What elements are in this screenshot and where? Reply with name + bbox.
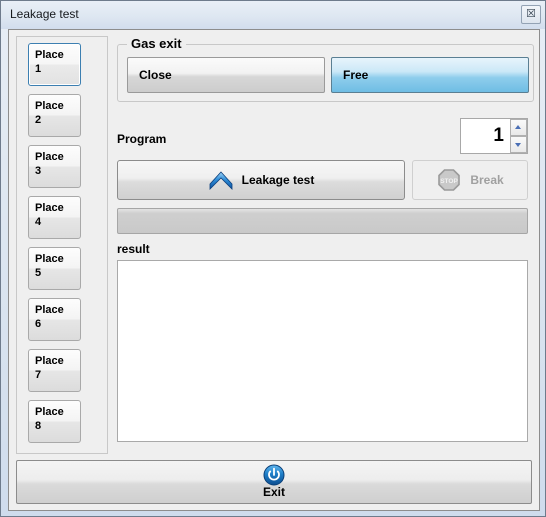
svg-text:STOP: STOP	[441, 178, 459, 185]
power-icon	[263, 464, 285, 486]
blue-chevron-up-icon	[208, 167, 234, 193]
place-label-line1: Place	[35, 151, 64, 163]
place-button-1[interactable]: Place 1	[28, 43, 81, 86]
break-label: Break	[470, 173, 504, 187]
place-button-7[interactable]: Place 7	[28, 349, 81, 392]
title-bar: Leakage test ☒	[1, 1, 545, 29]
place-label-line2: 2	[35, 114, 42, 126]
place-button-3[interactable]: Place 3	[28, 145, 81, 188]
window-title: Leakage test	[10, 7, 79, 21]
exit-button[interactable]: Exit	[16, 460, 532, 504]
spinner-arrows	[510, 119, 527, 153]
stop-octagon-icon: STOP	[436, 167, 462, 193]
gas-exit-title: Gas exit	[127, 36, 186, 51]
place-label-line1: Place	[35, 253, 64, 265]
place-label-line2: 6	[35, 318, 42, 330]
leakage-test-label: Leakage test	[241, 173, 315, 187]
place-button-4[interactable]: Place 4	[28, 196, 81, 239]
place-label-line2: 7	[35, 369, 42, 381]
exit-label: Exit	[262, 485, 285, 499]
triangle-down-icon[interactable]	[510, 136, 527, 153]
gas-exit-group: Gas exit Close Free	[117, 36, 534, 102]
gas-exit-close-button[interactable]: Close	[127, 57, 325, 93]
place-label-line2: 1	[35, 63, 42, 75]
leakage-test-button-inner: Leakage test	[118, 161, 404, 199]
result-label: result	[117, 242, 150, 256]
place-label-line1: Place	[35, 304, 64, 316]
break-button-inner: STOP Break	[413, 161, 527, 199]
program-spinner[interactable]: 1	[460, 118, 528, 154]
place-button-5[interactable]: Place 5	[28, 247, 81, 290]
client-area: Place 1 Place 2 Place 3 Place 4 Place 5 Place…	[8, 29, 540, 511]
place-label-line2: 4	[35, 216, 42, 228]
program-label: Program	[117, 132, 167, 146]
program-value[interactable]: 1	[461, 119, 509, 153]
place-label-line2: 5	[35, 267, 42, 279]
place-label-line2: 3	[35, 165, 42, 177]
main-content: Gas exit Close Free Program 1 Leakage te…	[112, 36, 534, 454]
progress-bar	[117, 208, 528, 234]
place-button-6[interactable]: Place 6	[28, 298, 81, 341]
place-label-line1: Place	[35, 355, 64, 367]
places-panel: Place 1 Place 2 Place 3 Place 4 Place 5 Place…	[16, 36, 108, 454]
result-textarea[interactable]	[117, 260, 528, 442]
triangle-up-icon[interactable]	[510, 119, 527, 136]
place-label-line1: Place	[35, 202, 64, 214]
close-icon[interactable]: ☒	[521, 5, 541, 24]
place-button-2[interactable]: Place 2	[28, 94, 81, 137]
break-button[interactable]: STOP Break	[412, 160, 528, 200]
place-label-line1: Place	[35, 49, 64, 61]
place-label-line2: 8	[35, 420, 42, 432]
place-label-line1: Place	[35, 406, 64, 418]
place-button-8[interactable]: Place 8	[28, 400, 81, 443]
leakage-test-window: Leakage test ☒ Place 1 Place 2 Place 3 Plac…	[0, 0, 546, 517]
gas-exit-free-button[interactable]: Free	[331, 57, 529, 93]
place-label-line1: Place	[35, 100, 64, 112]
leakage-test-button[interactable]: Leakage test	[117, 160, 405, 200]
